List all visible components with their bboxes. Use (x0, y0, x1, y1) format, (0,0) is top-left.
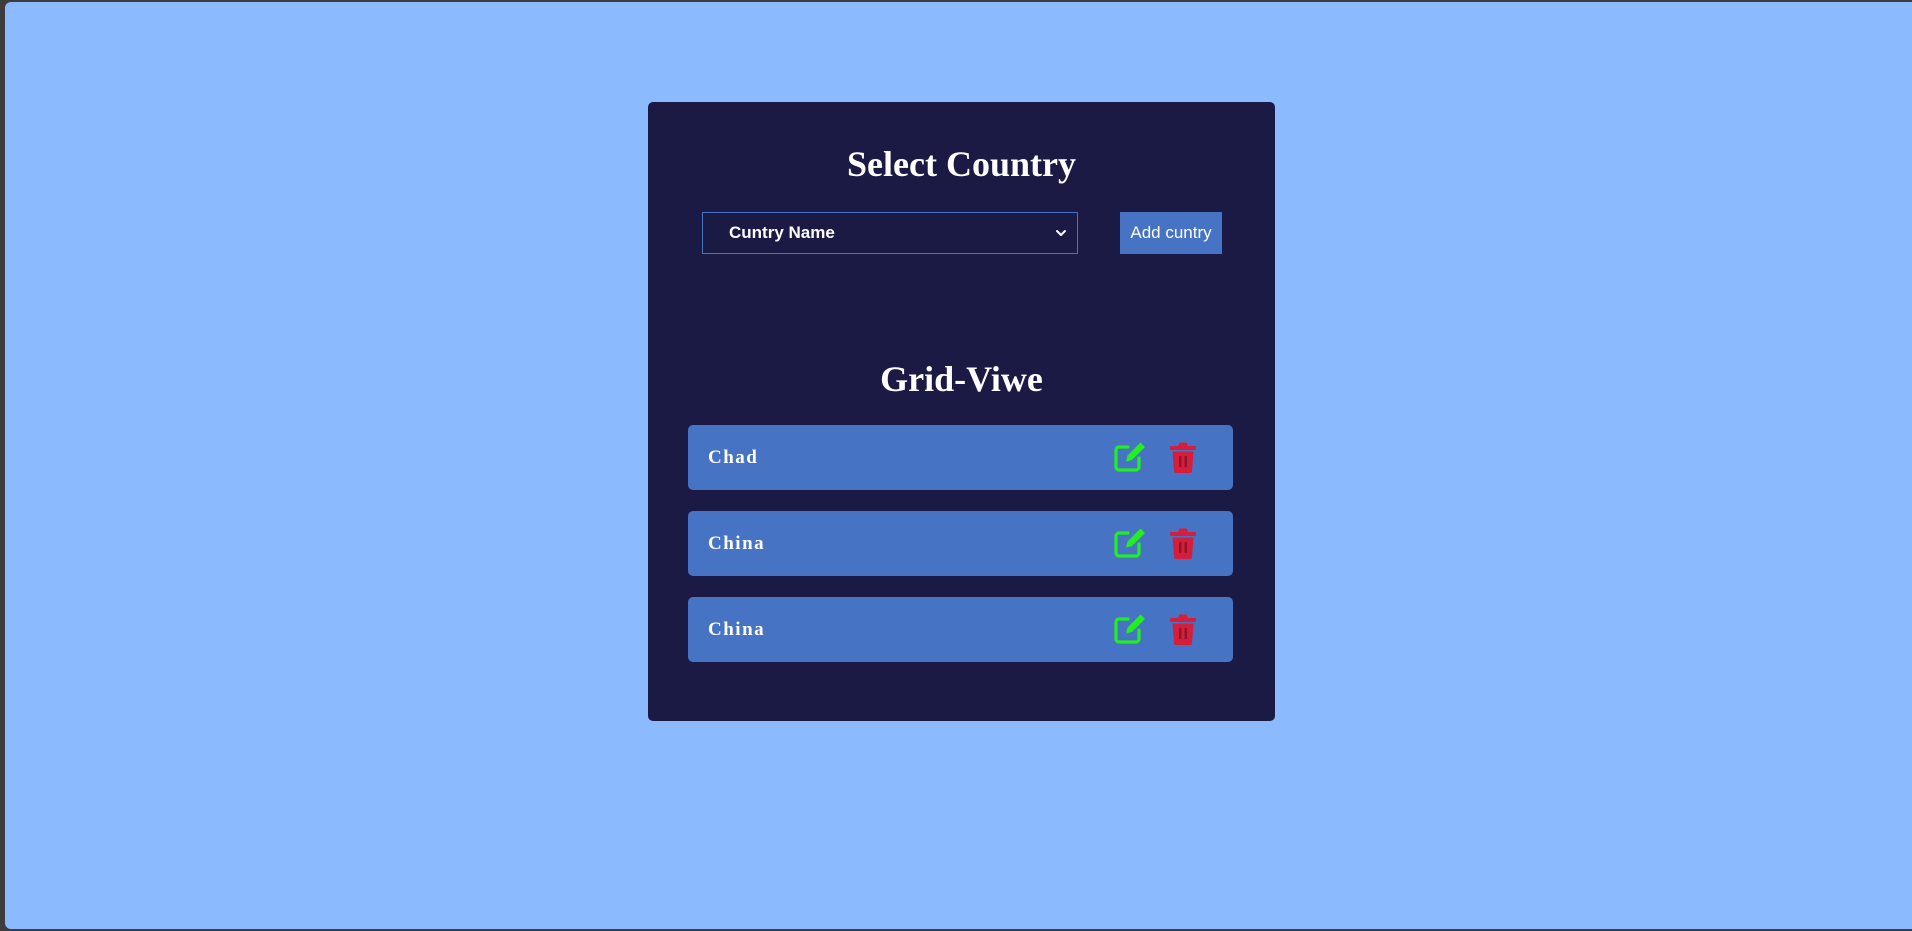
country-select[interactable]: Cuntry Name (702, 212, 1078, 254)
country-name: China (708, 619, 766, 640)
chevron-down-icon (1049, 221, 1073, 245)
page-background: Select Country Cuntry Name Add cuntry Gr… (5, 2, 1912, 929)
grid-row: China (688, 511, 1233, 576)
edit-icon[interactable] (1112, 526, 1148, 560)
trash-icon[interactable] (1168, 526, 1198, 560)
country-select-value: Cuntry Name (729, 223, 835, 242)
grid-row: Chad (688, 425, 1233, 490)
grid-view-title: Grid-Viwe (880, 359, 1043, 399)
trash-icon[interactable] (1168, 440, 1198, 474)
trash-icon[interactable] (1168, 612, 1198, 646)
edit-icon[interactable] (1112, 612, 1148, 646)
select-country-title: Select Country (847, 144, 1076, 184)
grid-row: China (688, 597, 1233, 662)
country-name: Chad (708, 447, 759, 468)
add-country-button[interactable]: Add cuntry (1120, 212, 1222, 254)
edit-icon[interactable] (1112, 440, 1148, 474)
country-card: Select Country Cuntry Name Add cuntry Gr… (648, 102, 1275, 721)
country-name: China (708, 533, 766, 554)
